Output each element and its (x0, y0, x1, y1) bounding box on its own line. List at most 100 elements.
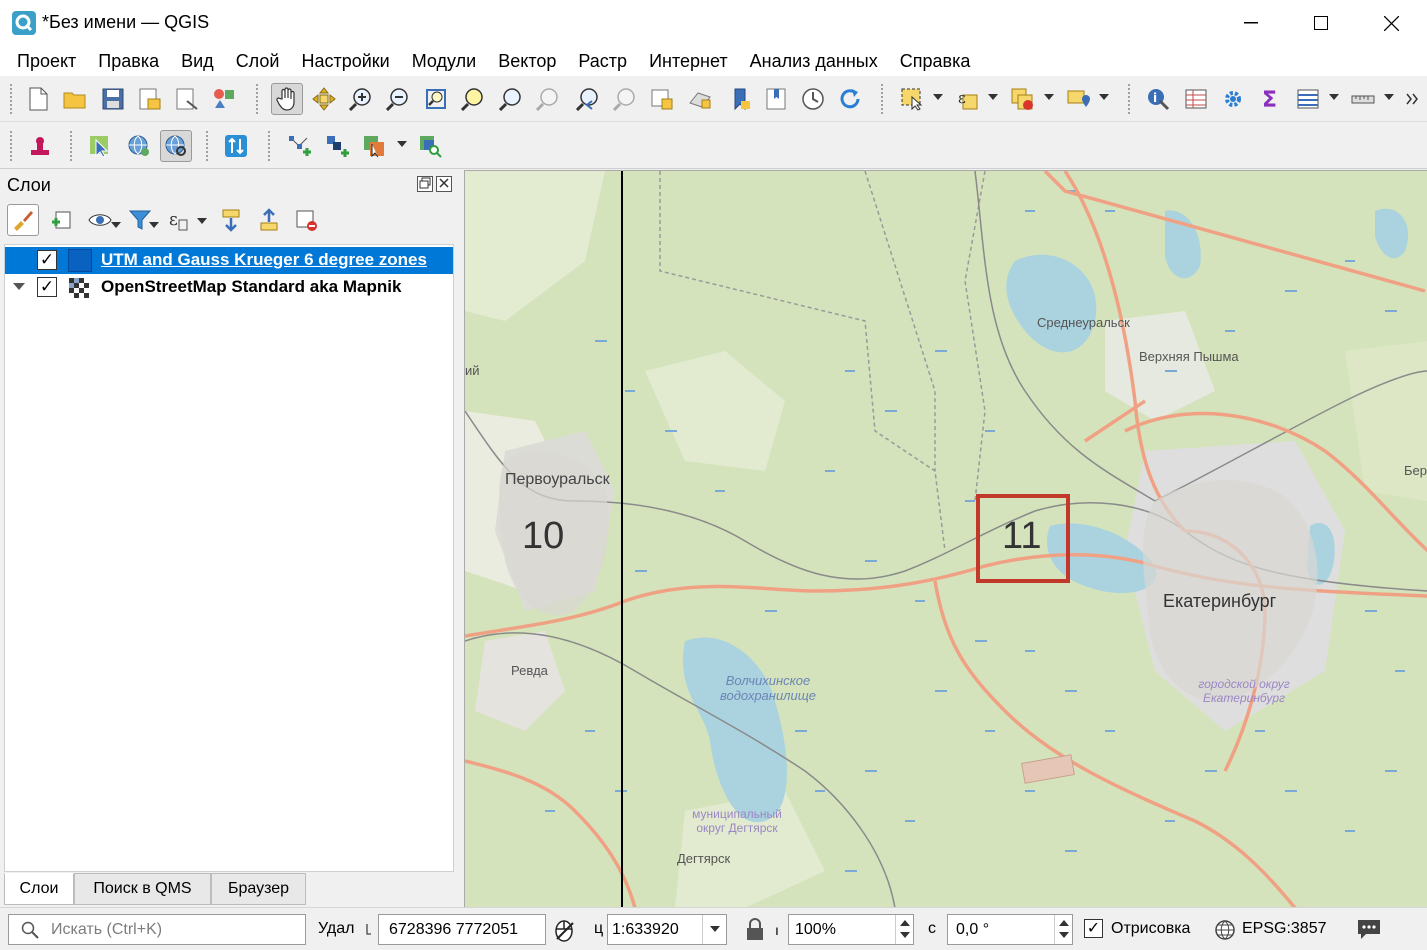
attribute-table-button[interactable] (1180, 83, 1212, 115)
select-features-button[interactable] (896, 83, 928, 115)
menu-web[interactable]: Интернет (638, 46, 739, 76)
measure-line-button[interactable] (1347, 83, 1379, 115)
select-by-location-button[interactable] (1062, 83, 1094, 115)
select-tool-button[interactable] (84, 130, 116, 162)
filter-dropdown-arrow[interactable] (149, 222, 159, 228)
pan-map-button[interactable] (271, 83, 303, 115)
filter-expression-button[interactable]: ε (162, 204, 194, 236)
crs-button[interactable]: EPSG:3857 (1242, 920, 1327, 938)
qms-search-button[interactable] (160, 130, 192, 162)
open-field-calculator-button[interactable] (1292, 83, 1324, 115)
temporal-controller-button[interactable] (797, 83, 829, 115)
table-dropdown-arrow[interactable] (1329, 94, 1339, 100)
new-map-view-button[interactable] (646, 83, 678, 115)
show-bookmarks-button[interactable] (760, 83, 792, 115)
add-raster-button[interactable] (358, 130, 390, 162)
pan-to-selection-button[interactable] (308, 83, 340, 115)
zoom-to-layer-button[interactable] (495, 83, 527, 115)
zoom-in-button[interactable] (345, 83, 377, 115)
menu-settings[interactable]: Настройки (290, 46, 400, 76)
maximize-button[interactable] (1286, 0, 1356, 46)
expand-all-button[interactable] (215, 204, 247, 236)
close-button[interactable] (1356, 0, 1426, 46)
manage-visibility-button[interactable] (84, 204, 116, 236)
new-print-layout-button[interactable] (134, 83, 166, 115)
collapse-all-button[interactable] (253, 204, 285, 236)
select-dropdown-arrow[interactable] (933, 94, 943, 100)
expression-select-dropdown-arrow[interactable] (988, 94, 998, 100)
remove-layer-button[interactable] (290, 204, 322, 236)
menu-vector[interactable]: Вектор (487, 46, 567, 76)
mouse-icon[interactable] (552, 917, 578, 943)
menu-layer[interactable]: Слой (225, 46, 291, 76)
scale-combobox[interactable]: 1:633920 (607, 914, 727, 945)
magnifier-spinbox[interactable]: 100% (788, 914, 914, 945)
menu-raster[interactable]: Растр (567, 46, 638, 76)
filter-legend-button[interactable] (124, 204, 156, 236)
visibility-dropdown-arrow[interactable] (111, 222, 121, 228)
new-3d-view-button[interactable] (684, 83, 716, 115)
open-project-button[interactable] (59, 83, 91, 115)
minimize-button[interactable] (1216, 0, 1286, 46)
add-vertex-button[interactable] (283, 130, 315, 162)
coordinate-mode-icon[interactable] (365, 922, 373, 938)
select-by-expression-button[interactable]: ε (951, 83, 983, 115)
close-panel-button[interactable] (436, 176, 452, 192)
search-layer-button[interactable] (414, 130, 446, 162)
zoom-native-button[interactable] (532, 83, 564, 115)
refresh-button[interactable] (834, 83, 866, 115)
toolbar-grip[interactable] (268, 131, 272, 161)
new-bookmark-button[interactable] (724, 83, 756, 115)
deselect-dropdown-arrow[interactable] (1044, 94, 1054, 100)
menu-project[interactable]: Проект (6, 46, 87, 76)
rotation-spinbox[interactable]: 0,0 ° (947, 914, 1073, 945)
coordinate-field[interactable]: 6728396 7772051 (378, 914, 546, 945)
toolbar-grip[interactable] (10, 84, 14, 114)
scale-dropdown[interactable] (702, 915, 726, 944)
locator-search-input[interactable]: Искать (Ctrl+K) (8, 914, 306, 945)
rotation-spin-buttons[interactable] (1054, 915, 1072, 944)
menu-edit[interactable]: Правка (87, 46, 170, 76)
save-project-button[interactable] (97, 83, 129, 115)
layer-visibility-checkbox[interactable]: ✓ (37, 250, 57, 270)
swap-button[interactable] (220, 130, 252, 162)
identify-features-button[interactable]: i (1142, 83, 1174, 115)
location-select-dropdown-arrow[interactable] (1099, 94, 1109, 100)
zoom-to-selection-button[interactable] (457, 83, 489, 115)
expression-dropdown-arrow[interactable] (197, 218, 207, 224)
processing-toolbox-button[interactable] (1217, 83, 1249, 115)
toolbar-grip[interactable] (881, 84, 885, 114)
layer-item-utm-zones[interactable]: ✓ UTM and Gauss Krueger 6 degree zones (5, 247, 453, 274)
tab-layers[interactable]: Слои (4, 873, 74, 905)
toolbar-grip[interactable] (256, 84, 260, 114)
add-group-button[interactable] (46, 204, 78, 236)
add-globe-layer-button[interactable] (123, 130, 155, 162)
stamp-tool-button[interactable] (24, 130, 56, 162)
layout-manager-button[interactable] (171, 83, 203, 115)
menu-processing[interactable]: Анализ данных (739, 46, 889, 76)
toolbar-grip[interactable] (206, 131, 210, 161)
magnifier-spin-buttons[interactable] (895, 915, 913, 944)
map-canvas[interactable]: 10 11 Среднеуральск Верхняя Пышма Первоу… (464, 170, 1427, 907)
layer-item-osm[interactable]: ✓ OpenStreetMap Standard aka Mapnik (5, 274, 453, 301)
zoom-last-button[interactable] (572, 83, 604, 115)
render-checkbox[interactable]: ✓ (1084, 919, 1103, 938)
menu-plugins[interactable]: Модули (401, 46, 487, 76)
chevron-down-icon[interactable] (13, 283, 25, 291)
menu-help[interactable]: Справка (889, 46, 982, 76)
zoom-next-button[interactable] (609, 83, 641, 115)
tab-browser[interactable]: Браузер (211, 873, 306, 905)
add-raster-dropdown-arrow[interactable] (397, 141, 407, 147)
tab-qms-search[interactable]: Поиск в QMS (74, 873, 211, 905)
style-manager-button[interactable] (208, 83, 240, 115)
zoom-out-button[interactable] (382, 83, 414, 115)
deselect-features-button[interactable] (1006, 83, 1038, 115)
add-feature-button[interactable] (321, 130, 353, 162)
toolbar-grip[interactable] (70, 131, 74, 161)
statistical-summary-button[interactable]: Σ (1254, 83, 1286, 115)
layer-styling-button[interactable] (7, 204, 39, 236)
layer-visibility-checkbox[interactable]: ✓ (37, 277, 57, 297)
zoom-full-button[interactable] (420, 83, 452, 115)
measure-dropdown-arrow[interactable] (1384, 94, 1394, 100)
toolbar-grip[interactable] (10, 131, 14, 161)
